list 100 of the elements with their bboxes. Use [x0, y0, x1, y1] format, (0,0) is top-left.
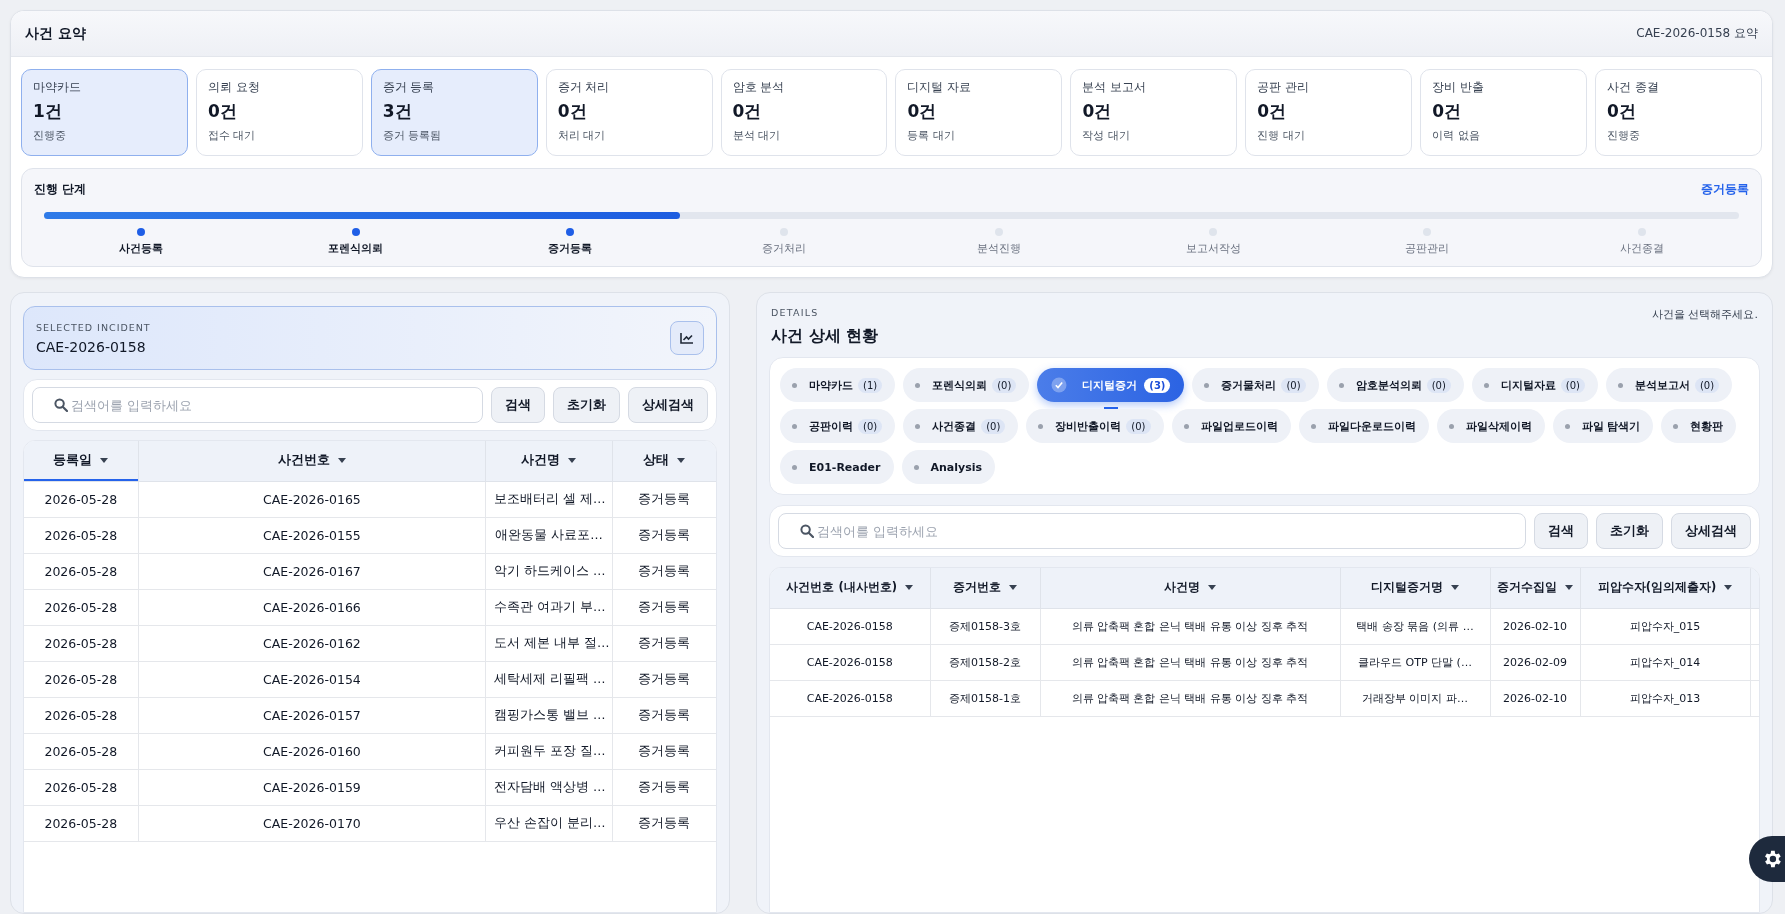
card-label: 마약카드	[33, 80, 82, 95]
tab[interactable]: E01-Reader	[780, 450, 894, 484]
tab[interactable]: 현황판	[1661, 409, 1737, 443]
summary-card[interactable]: 디지털 자료 0건 등록 대기	[895, 69, 1063, 156]
search-button[interactable]: 초기화	[1596, 513, 1663, 549]
table-cell: 의류 압축팩 혼합 은닉 택배 유통 이상 징후 추적	[1040, 644, 1340, 680]
tab[interactable]: 파일 탐색기	[1552, 409, 1654, 443]
table-cell: 2026-05-28	[24, 589, 139, 625]
tab[interactable]: 파일다운로드이력	[1298, 409, 1429, 443]
table-cell: 증거등록	[612, 661, 716, 697]
search-button[interactable]: 초기화	[553, 387, 620, 423]
card-label: 디지털 자료	[907, 80, 973, 95]
count-badge: (0)	[992, 377, 1017, 393]
column-header[interactable]: 등록일	[24, 441, 139, 481]
bullet-icon	[1617, 382, 1623, 388]
table-cell: 2026-05-28	[24, 553, 139, 589]
table-cell: 증제0158-1호	[930, 680, 1040, 716]
tab[interactable]: 암호분석의뢰 (0)	[1326, 368, 1464, 402]
summary-card[interactable]: 마약카드 1건 진행중	[21, 69, 188, 156]
table-cell: 택배 송장 묶음 (의류 …	[1340, 608, 1490, 644]
search-icon	[54, 398, 68, 412]
search-button[interactable]: 상세검색	[628, 387, 708, 423]
count-badge: (0)	[981, 418, 1006, 434]
table-cell: 보조배터리 셀 제…	[485, 481, 613, 517]
count-badge: (0)	[1426, 377, 1451, 393]
table-cell: CAE-2026-0154	[138, 661, 486, 697]
card-status: 진행중	[33, 128, 67, 143]
column-header[interactable]: 피압수자(임의제출자)	[1580, 568, 1750, 608]
search-field[interactable]: 검색어를 입력하세요	[778, 513, 1526, 549]
bullet-icon	[1183, 423, 1189, 429]
table-cell: CAE-2026-0158	[770, 680, 930, 716]
column-header[interactable]: 증거번호	[930, 568, 1040, 608]
tab[interactable]: 파일업로드이력	[1171, 409, 1291, 443]
count-badge: (0)	[1126, 418, 1151, 434]
bullet-icon	[1448, 423, 1454, 429]
search-button[interactable]: 상세검색	[1671, 513, 1751, 549]
count-badge: (1)	[858, 377, 883, 393]
summary-card[interactable]: 공판 관리 0건 진행 대기	[1245, 69, 1413, 156]
summary-card[interactable]: 의뢰 요청 0건 접수 대기	[195, 69, 363, 156]
card-label: 공판 관리	[1257, 80, 1310, 95]
panel-title: 사건 요약	[25, 24, 86, 43]
sort-caret-icon	[568, 458, 577, 464]
summary-card[interactable]: 분석 보고서 0건 작성 대기	[1070, 69, 1238, 156]
count-badge: (0)	[1694, 377, 1720, 393]
step-label: 공판관리	[1405, 242, 1450, 256]
sort-caret-icon	[1565, 585, 1573, 591]
column-header[interactable]: 사건명	[485, 441, 613, 481]
table-cell: 증거등록	[612, 697, 716, 733]
tab[interactable]: 마약카드 (1)	[780, 368, 896, 402]
tab[interactable]: Analysis	[901, 450, 996, 484]
tab[interactable]: 포렌식의뢰 (0)	[903, 368, 1030, 402]
tab[interactable]: 공판이력 (0)	[780, 409, 896, 443]
table-cell: 증거등록	[612, 733, 716, 769]
search-button[interactable]: 검색	[1534, 513, 1588, 549]
search-field[interactable]: 검색어를 입력하세요	[32, 387, 483, 423]
tab[interactable]: 사건종결 (0)	[903, 409, 1019, 443]
current-stage: 증거등록	[1701, 181, 1749, 198]
table-cell: CAE-2026-0157	[138, 697, 486, 733]
summary-card[interactable]: 증거 처리 0건 처리 대기	[545, 69, 713, 156]
card-count: 0건	[1432, 100, 1463, 123]
progress-title: 진행 단계	[34, 181, 87, 198]
table-cell: 2026-02-10	[1490, 608, 1580, 644]
table-cell: 의류 압축팩 혼합 은닉 택배 유통 이상 징후 추적	[1040, 608, 1340, 644]
summary-card[interactable]: 사건 종결 0건 진행중	[1595, 69, 1762, 156]
card-count: 0건	[1082, 100, 1113, 123]
card-label: 사건 종결	[1607, 80, 1660, 95]
table-cell: 증거등록	[612, 481, 716, 517]
summary-card[interactable]: 증거 등록 3건 증거 등록됨	[370, 69, 538, 156]
sort-caret-icon	[1724, 585, 1733, 591]
count-badge: (0)	[1281, 377, 1306, 393]
card-label: 의뢰 요청	[207, 80, 261, 95]
bullet-icon	[1038, 423, 1044, 429]
summary-card[interactable]: 장비 반출 0건 이력 없음	[1420, 69, 1588, 156]
tab[interactable]: 분석보고서 (0)	[1605, 368, 1733, 402]
table-cell: 의류 압축팩 혼합 은닉 택배 유통 이상 징후 추적	[1040, 680, 1340, 716]
bullet-icon	[1483, 382, 1489, 388]
tab[interactable]: 디지털자료 (0)	[1471, 368, 1598, 402]
column-header[interactable]: 상태	[612, 441, 716, 481]
table-cell: 피압수자_013	[1580, 680, 1750, 716]
card-status: 이력 없음	[1432, 128, 1481, 143]
chart-button[interactable]	[670, 321, 704, 355]
column-header[interactable]: 사건번호	[138, 441, 486, 481]
table-cell: 피압수자_015	[1580, 608, 1750, 644]
summary-card[interactable]: 암호 분석 0건 분석 대기	[720, 69, 888, 156]
bullet-icon	[1204, 382, 1210, 388]
card-count: 1건	[33, 100, 63, 123]
table-cell: 전자담배 액상병 …	[485, 769, 613, 805]
column-header[interactable]: 사건번호 (내사번호)	[770, 568, 930, 608]
tab[interactable]: 파일삭제이력	[1436, 409, 1545, 443]
sort-caret-icon	[1208, 585, 1216, 591]
tab[interactable]: 증거물처리 (0)	[1192, 368, 1319, 402]
column-header[interactable]: 증거수집일	[1490, 568, 1580, 608]
column-header[interactable]: 사건명	[1040, 568, 1340, 608]
search-button[interactable]: 검색	[491, 387, 545, 423]
panel-title: 사건 상세 현황	[771, 326, 879, 347]
table-cell: 2026-05-28	[24, 481, 139, 517]
sort-caret-icon	[1451, 585, 1459, 591]
table-cell: 2026-05-28	[24, 805, 139, 841]
tab[interactable]: 장비반출이력 (0)	[1026, 409, 1164, 443]
column-header[interactable]: 디지털증거명	[1340, 568, 1490, 608]
